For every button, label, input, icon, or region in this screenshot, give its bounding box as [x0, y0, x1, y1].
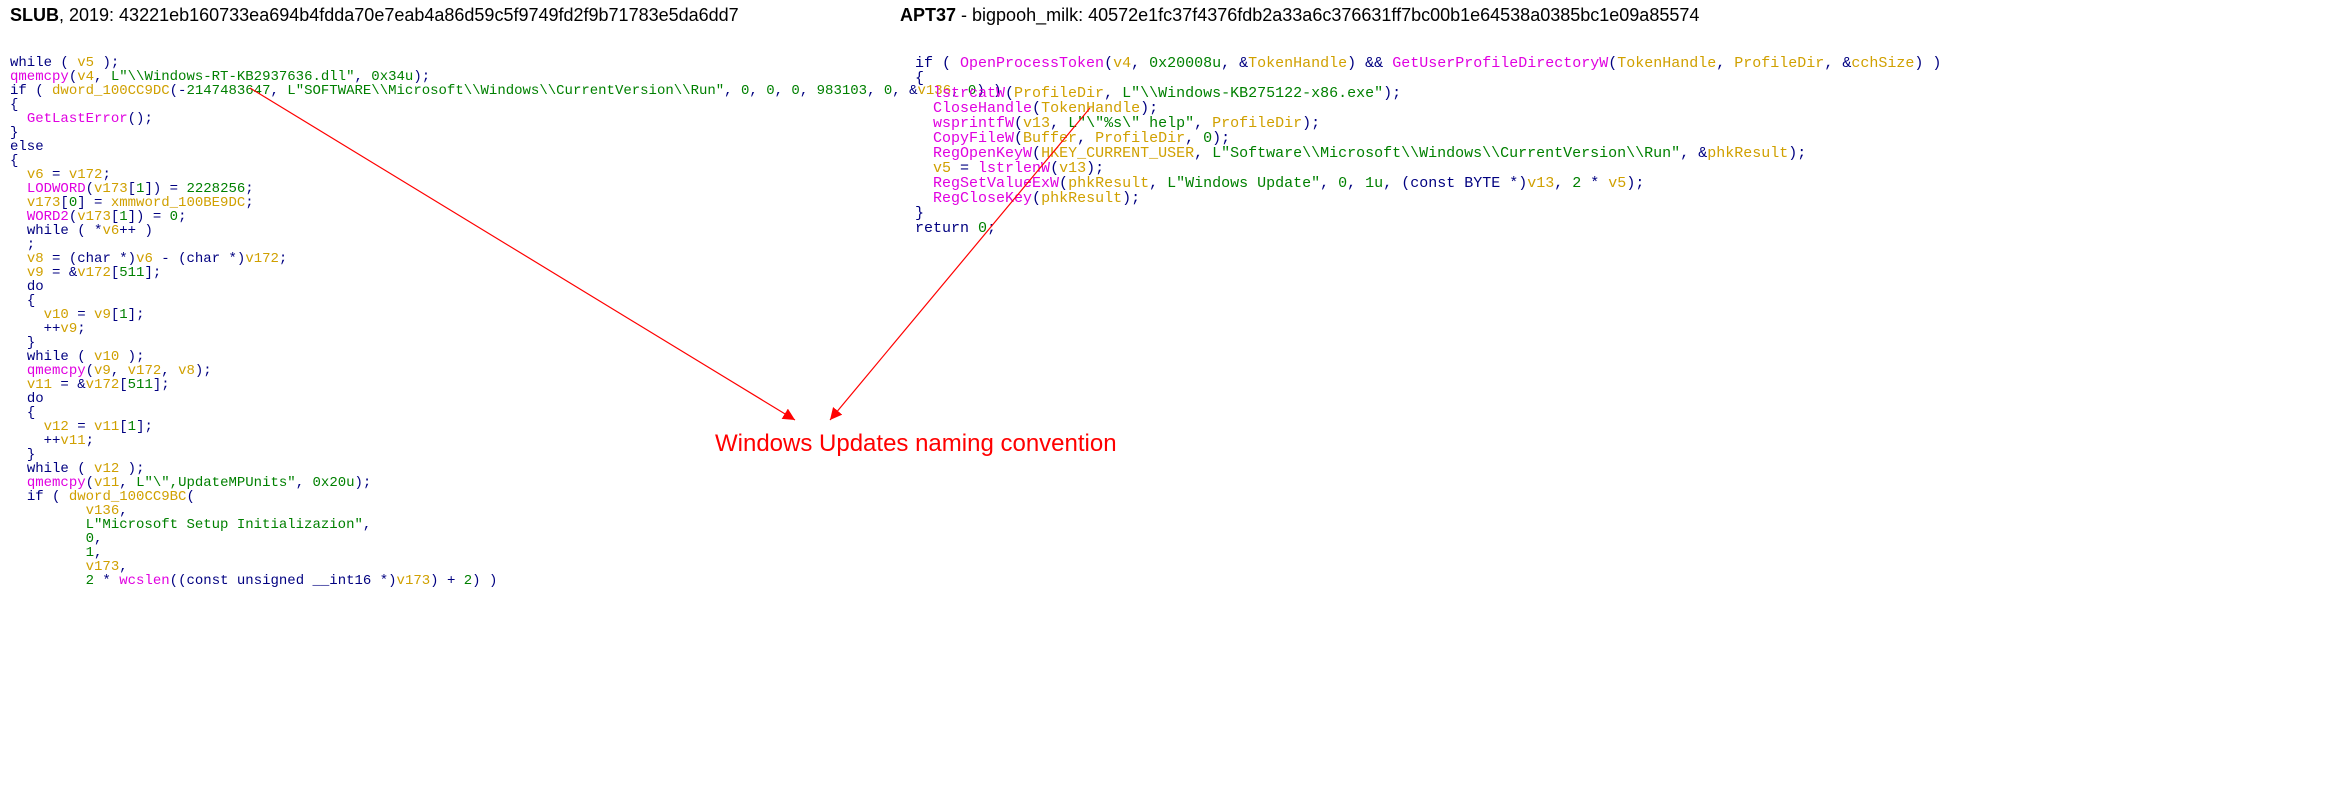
left-code-block: while ( v5 ); qmemcpy(v4, L"\\Windows-RT… — [10, 56, 1002, 588]
right-heading: APT37 - bigpooh_milk: 40572e1fc37f4376fd… — [900, 5, 1699, 26]
left-heading-rest: , 2019: 43221eb160733ea694b4fdda70e7eab4… — [59, 5, 739, 25]
right-code-block: if ( OpenProcessToken(v4, 0x20008u, &Tok… — [915, 56, 1941, 236]
left-heading: SLUB, 2019: 43221eb160733ea694b4fdda70e7… — [10, 5, 739, 26]
right-heading-rest: - bigpooh_milk: 40572e1fc37f4376fdb2a33a… — [956, 5, 1699, 25]
annotation-text: Windows Updates naming convention — [715, 430, 1117, 458]
right-heading-bold: APT37 — [900, 5, 956, 25]
left-heading-bold: SLUB — [10, 5, 59, 25]
